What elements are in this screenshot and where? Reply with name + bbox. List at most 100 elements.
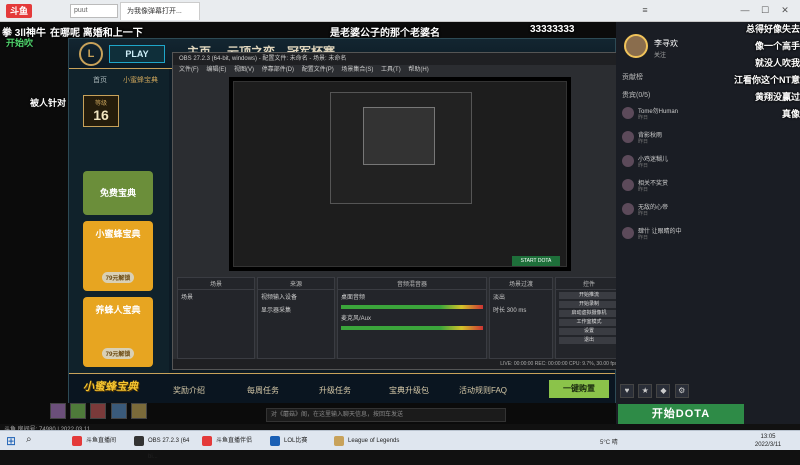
studio-mode-button[interactable]: 工作室模式 [559,319,619,326]
tab-home[interactable]: 首页 [93,75,107,85]
taskbar-app[interactable]: League of Legends [332,433,406,449]
menu-file[interactable]: 文件(F) [179,65,199,75]
vip-row[interactable]: Tome勿Human 昨日 [622,106,732,122]
follow-label[interactable]: 关注 [654,50,666,59]
keeper-pass-price: 79元解锁 [101,348,135,359]
avatar [622,227,634,239]
source-item[interactable]: 视频输入设备 [258,290,334,303]
menu-view[interactable]: 视图(V) [234,65,254,75]
transition-select[interactable]: 淡出 [490,290,552,303]
vip-row[interactable]: 相关不奖赏 昨日 [622,178,732,194]
menu-help[interactable]: 帮助(H) [408,65,428,75]
taskbar-app[interactable]: OBS 27.2.3 (64 bi... [132,433,196,460]
source-item[interactable]: 显示器采集 [258,303,334,316]
mixer-channel-label: 麦克风/Aux [341,316,372,322]
menu-scene-collection[interactable]: 场景集合(S) [341,65,373,75]
star-icon[interactable]: ★ [638,384,653,398]
heart-icon[interactable]: ♥ [620,384,634,398]
nav-faq[interactable]: 活动规则FAQ [459,385,507,396]
chat-tools: ♥ ★ ◆ ⚙ [620,384,740,400]
menu-icon[interactable]: ≡ [640,5,650,15]
weather-widget[interactable]: 5°C 晴 [600,437,618,446]
mixer-panel: 音频混音器 桌面音频 麦克风/Aux [337,277,487,359]
taskbar-app-label: 斗鱼直播伴侣 [216,438,253,444]
menu-profile[interactable]: 配置文件(P) [302,65,334,75]
chat-input[interactable]: 对《蘑菇》阁，在这里输入聊天信息，按回车发送 [266,408,506,422]
taskbar-clock[interactable]: 13:05 2022/3/11 [740,433,796,449]
vip-row[interactable]: 无敌的心帝 昨日 [622,202,732,218]
scene-item[interactable]: 场景 [178,290,254,303]
gift-icon[interactable] [110,403,127,419]
anchor-avatar[interactable] [624,34,648,58]
nav-pack[interactable]: 宝典升级包 [389,385,429,396]
nested-capture-innermost [363,107,435,165]
free-pass-card[interactable]: 免费宝典 [83,171,153,215]
play-button[interactable]: PLAY [109,45,165,63]
taskbar-app-label: 斗鱼直播间 [86,438,117,444]
app-icon [134,436,144,446]
volume-meter[interactable] [341,326,483,330]
danmaku-comment: 黄翔没赢过 [754,92,800,102]
volume-meter[interactable] [341,305,483,309]
tab-bee-pass[interactable]: 小蜜蜂宝典 [123,75,158,85]
obs-preview[interactable]: START DOTA [229,77,571,271]
fans-ranking-title[interactable]: 贡献榜 [622,72,643,82]
vip-row[interactable]: 肆什 让眼睛的中 昨日 [622,226,732,242]
menu-tools[interactable]: 工具(T) [381,65,401,75]
bee-pass-card[interactable]: 小蜜蜂宝典 79元解锁 [83,221,153,291]
app-icon [202,436,212,446]
mixer-title: 音频混音器 [338,278,486,290]
start-dota-button[interactable]: 开始DOTA [618,404,744,424]
anchor-name[interactable]: 李寻欢 [654,38,678,49]
gift-icon[interactable] [50,403,66,419]
browser-toolbar: 斗鱼 puut 为我像弹幕打开... ≡ — ☐ ✕ [0,0,800,22]
vip-list-title[interactable]: 贵宾(0/5) [622,90,650,100]
controls-panel: 控件 开始推流 开始录制 启动虚拟摄像机 工作室模式 设置 退出 [555,277,623,359]
start-record-button[interactable]: 开始录制 [559,301,619,308]
taskbar-app-label: LOL比赛 [284,438,308,444]
keeper-pass-title: 养蜂人宝典 [95,305,141,315]
taskbar-app[interactable]: LOL比赛 [268,433,328,449]
gift-icon[interactable] [70,403,87,419]
maximize-icon[interactable]: ☐ [760,5,770,15]
exit-button[interactable]: 退出 [559,337,619,344]
gift-icon[interactable] [90,403,107,419]
nav-upgrade[interactable]: 升级任务 [319,385,351,396]
search-icon[interactable]: ⌕ [26,434,40,448]
avatar [622,179,634,191]
vip-sub: 昨日 [638,235,649,241]
nested-capture-inner [330,92,472,204]
nav-rewards[interactable]: 奖励介绍 [173,385,205,396]
menu-docks[interactable]: 停靠部件(D) [262,65,294,75]
bee-pass-title: 小蜜蜂宝典 [95,229,141,239]
clock-date: 2022/3/11 [754,442,782,448]
taskbar-app[interactable]: 斗鱼直播伴侣 [200,433,264,449]
windows-taskbar: ⊞ ⌕ 斗鱼直播间 OBS 27.2.3 (64 bi... 斗鱼直播伴侣 LO… [0,430,800,460]
nav-weekly[interactable]: 每周任务 [247,385,279,396]
transition-duration[interactable]: 时长 300 ms [490,303,552,316]
virtual-camera-button[interactable]: 启动虚拟摄像机 [559,310,619,317]
bee-pass-price: 79元解锁 [101,272,135,283]
obs-menu-bar: 文件(F) 编辑(E) 视图(V) 停靠部件(D) 配置文件(P) 场景集合(S… [173,65,625,75]
minimize-icon[interactable]: — [740,5,750,15]
vip-row[interactable]: 背影秋雨 昨日 [622,130,732,146]
start-stream-button[interactable]: 开始推流 [559,292,619,299]
menu-edit[interactable]: 编辑(E) [206,65,226,75]
taskbar-app[interactable]: 斗鱼直播间 [70,433,126,449]
windows-start-icon[interactable]: ⊞ [6,434,20,448]
keeper-pass-card[interactable]: 养蜂人宝典 79元解锁 [83,297,153,367]
vip-row[interactable]: 小鸡迷糊儿 昨日 [622,154,732,170]
douyu-logo[interactable]: 斗鱼 [6,4,32,18]
danmaku-comment: 像一个高手 [754,41,800,51]
danmaku-comment: 33333333 [530,24,575,35]
close-icon[interactable]: ✕ [780,5,790,15]
search-input[interactable]: puut [70,4,118,18]
clock-time: 13:05 [760,434,776,440]
gift-icon[interactable] [130,403,147,419]
browser-tab-1[interactable]: 为我像弹幕打开... [120,2,200,20]
buy-button[interactable]: 一键购置 [549,380,609,398]
gear-icon[interactable]: ⚙ [674,384,689,398]
diamond-icon[interactable]: ◆ [656,384,671,398]
controls-title: 控件 [556,278,622,290]
settings-button[interactable]: 设置 [559,328,619,335]
